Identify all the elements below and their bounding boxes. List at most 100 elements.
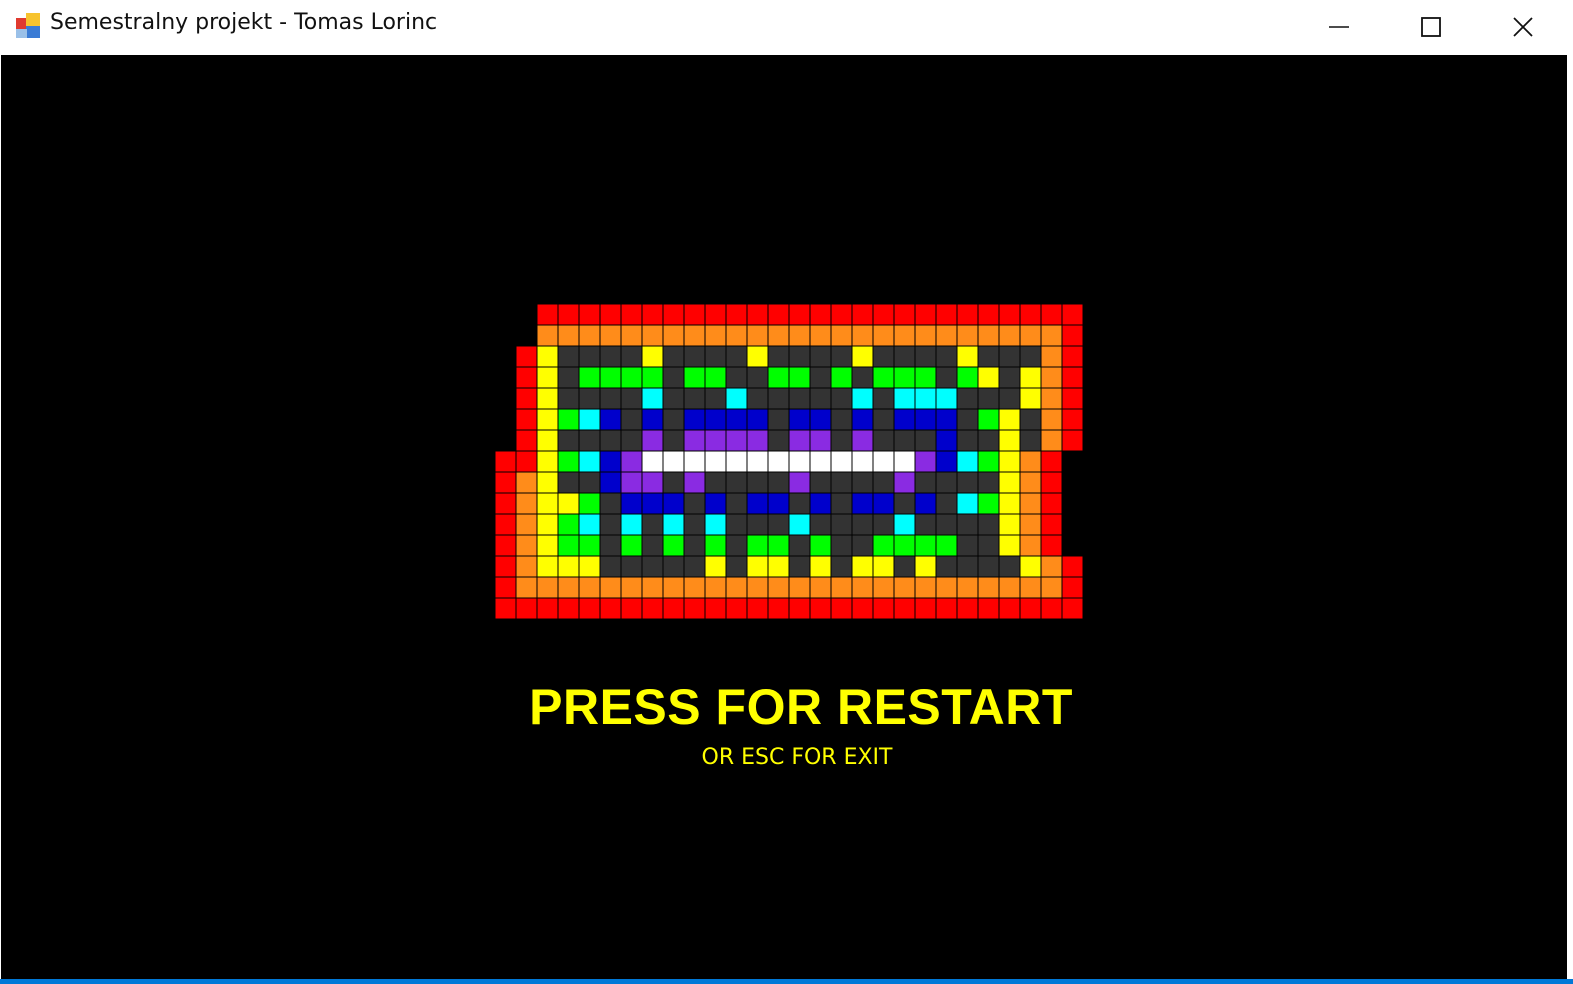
board-cell [998, 513, 1021, 536]
board-cell [767, 366, 790, 389]
board-cell [1061, 597, 1084, 620]
board-cell [536, 303, 559, 326]
board-cell [956, 408, 979, 431]
board-cell [893, 366, 916, 389]
board-cell [956, 324, 979, 347]
board-cell [893, 345, 916, 368]
board-cell [536, 429, 559, 452]
board-cell [536, 576, 559, 599]
board-cell [914, 429, 937, 452]
board-cell [620, 471, 643, 494]
board-cell [662, 555, 685, 578]
board-cell [956, 303, 979, 326]
board-cell [662, 324, 685, 347]
board-cell [788, 471, 811, 494]
board-cell [767, 534, 790, 557]
board-cell [599, 408, 622, 431]
board-cell [746, 513, 769, 536]
board-cell [830, 492, 853, 515]
board-cell [893, 303, 916, 326]
board-cell [557, 450, 580, 473]
board-cell [872, 303, 895, 326]
board-cell [578, 450, 601, 473]
window-bottom-border [0, 979, 1573, 984]
board-cell [683, 576, 706, 599]
board-cell [599, 471, 622, 494]
board-cell [788, 366, 811, 389]
board-cell [620, 408, 643, 431]
board-cell [851, 366, 874, 389]
board-cell [935, 576, 958, 599]
board-cell [515, 387, 538, 410]
board-cell [641, 597, 664, 620]
board-cell [935, 450, 958, 473]
board-cell [725, 555, 748, 578]
board-cell [809, 534, 832, 557]
board-cell [893, 408, 916, 431]
board-cell [935, 387, 958, 410]
board-cell [998, 324, 1021, 347]
board-cell [998, 597, 1021, 620]
board-cell [1040, 429, 1063, 452]
board-cell [1040, 471, 1063, 494]
board-cell [914, 324, 937, 347]
board-cell [830, 324, 853, 347]
board-cell [704, 324, 727, 347]
maximize-button[interactable] [1385, 0, 1477, 54]
board-cell [914, 408, 937, 431]
game-area[interactable]: PRESS FOR RESTART OR ESC FOR EXIT [1, 55, 1567, 979]
board-cell [725, 366, 748, 389]
board-cell [935, 429, 958, 452]
board-cell [599, 387, 622, 410]
close-button[interactable] [1477, 0, 1569, 54]
board-cell [599, 597, 622, 620]
board-cell [809, 345, 832, 368]
board-cell [788, 513, 811, 536]
board-cell [578, 597, 601, 620]
board-cell [830, 366, 853, 389]
board-cell [935, 597, 958, 620]
board-cell [641, 555, 664, 578]
board-cell [515, 345, 538, 368]
minimize-button[interactable] [1293, 0, 1385, 54]
board-cell [788, 534, 811, 557]
board-cell [872, 534, 895, 557]
board-cell [683, 303, 706, 326]
board-cell [515, 555, 538, 578]
board-cell [956, 471, 979, 494]
board-cell [620, 450, 643, 473]
board-cell [830, 408, 853, 431]
board-cell [872, 387, 895, 410]
board-cell [1061, 303, 1084, 326]
board-cell [578, 429, 601, 452]
board-cell [557, 513, 580, 536]
board-cell [893, 576, 916, 599]
board-cell [956, 555, 979, 578]
board-cell [599, 429, 622, 452]
board-cell [914, 303, 937, 326]
board-cell [956, 429, 979, 452]
board-cell [725, 408, 748, 431]
board-cell [830, 513, 853, 536]
board-cell [494, 597, 517, 620]
board-cell [809, 555, 832, 578]
board-cell [851, 324, 874, 347]
board-cell [557, 597, 580, 620]
board-cell [536, 471, 559, 494]
board-cell [893, 555, 916, 578]
board-cell [683, 513, 706, 536]
board-cell [830, 387, 853, 410]
board-cell [809, 492, 832, 515]
board-cell [872, 513, 895, 536]
board-cell [557, 303, 580, 326]
board-cell [683, 534, 706, 557]
board-cell [893, 471, 916, 494]
board-cell [851, 408, 874, 431]
board-cell [536, 450, 559, 473]
board-cell [1040, 450, 1063, 473]
board-cell [1061, 324, 1084, 347]
board-cell [641, 345, 664, 368]
board-cell [977, 345, 1000, 368]
board-cell [956, 366, 979, 389]
board-cell [536, 345, 559, 368]
